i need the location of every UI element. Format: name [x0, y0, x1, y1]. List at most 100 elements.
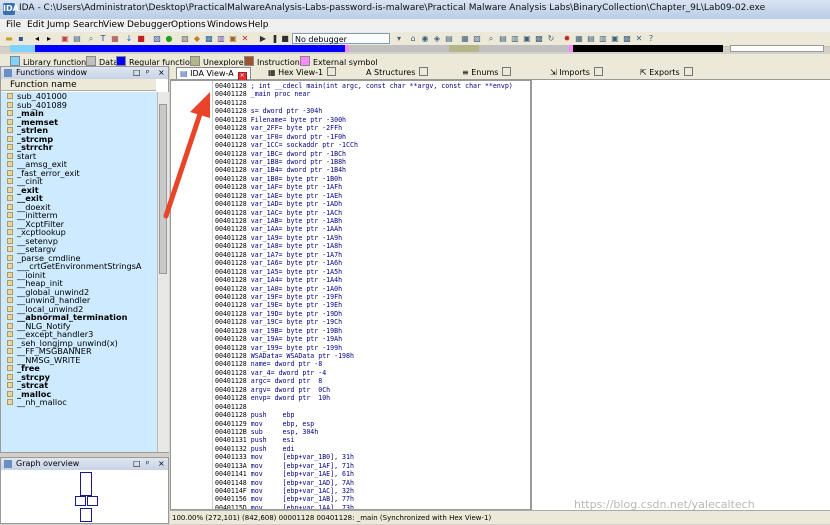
open-icon[interactable]: ▬ — [4, 34, 14, 44]
disasm-line[interactable]: 00401128 var_19A= byte ptr -19Ah — [215, 335, 530, 343]
tab-imports[interactable]: ⇲ Imports — [550, 67, 603, 78]
menu-debugger[interactable]: Debugger — [127, 20, 172, 30]
disasm-line[interactable]: 00401128 var_19B= byte ptr -19Bh — [215, 327, 530, 335]
disasm-line[interactable]: 00401128 var_19D= byte ptr -19Dh — [215, 310, 530, 318]
graph-overview-header[interactable]: Graph overview □ ᵖ × — [1, 458, 168, 470]
export-icon[interactable]: ▩ — [534, 34, 544, 44]
close-icon[interactable]: □ — [133, 458, 141, 470]
close-icon[interactable] — [593, 67, 603, 76]
debug-settings-icon[interactable]: ▾ — [394, 34, 404, 44]
help-icon[interactable]: ? — [646, 34, 656, 44]
back-icon[interactable]: ◂ — [32, 34, 42, 44]
disasm-line[interactable]: 00401128 var_1AE= byte ptr -1AEh — [215, 192, 530, 200]
code-icon[interactable]: ▨ — [180, 34, 190, 44]
stop-debug-icon[interactable]: ■ — [280, 34, 290, 44]
refresh-icon[interactable]: ↻ — [546, 34, 556, 44]
debugger-select[interactable]: No debugger — [292, 33, 390, 44]
ida-view-disassembly[interactable]: 00401128 ; int __cdecl main(int argc, co… — [170, 80, 531, 510]
disasm-line[interactable]: 00401128 var_19C= byte ptr -19Ch — [215, 318, 530, 326]
disasm-line[interactable]: 00401128 var_19E= byte ptr -19Eh — [215, 301, 530, 309]
disasm-line[interactable]: 00401128 var_1A7= byte ptr -1A7h — [215, 251, 530, 259]
disassembly-listing[interactable]: 00401128 ; int __cdecl main(int argc, co… — [215, 82, 530, 509]
segments-icon[interactable]: ▣ — [610, 34, 620, 44]
disasm-line[interactable]: 00401128 WSAData= WSAData ptr -198h — [215, 352, 530, 360]
disasm-line[interactable]: 00401128 ; int __cdecl main(int argc, co… — [215, 82, 530, 90]
disasm-line[interactable]: 00401128 var_1F0= dword ptr -1F0h — [215, 133, 530, 141]
disasm-line[interactable]: 00401133 mov [ebp+var_1B0], 31h — [215, 453, 530, 461]
disasm-line[interactable]: 00401128 envp= dword ptr 10h — [215, 394, 530, 402]
signatures-icon[interactable]: ▩ — [622, 34, 632, 44]
graph-view-icon[interactable]: ▦ — [460, 34, 470, 44]
paste-icon[interactable]: ▤ — [72, 34, 82, 44]
tab-exports[interactable]: ⇱ Exports — [640, 67, 693, 78]
menu-view[interactable]: View — [103, 20, 124, 30]
hex-icon[interactable]: ▦ — [110, 34, 120, 44]
disasm-line[interactable]: 00401128 argc= dword ptr 8 — [215, 377, 530, 385]
tab-hex-view-1[interactable]: ▦ Hex View-1 — [268, 67, 337, 78]
navigation-band-scroll[interactable] — [730, 45, 824, 52]
save-icon[interactable]: ▪ — [16, 34, 26, 44]
disasm-line[interactable]: 00401128 var_1AC= byte ptr -1ACh — [215, 209, 530, 217]
string-icon[interactable]: ▩ — [204, 34, 214, 44]
menu-options[interactable]: Options — [171, 20, 206, 30]
close-icon[interactable]: □ — [133, 67, 141, 79]
struct-icon[interactable]: ▥ — [216, 34, 226, 44]
menu-file[interactable]: File — [6, 20, 21, 30]
print-icon[interactable]: ▣ — [522, 34, 532, 44]
text-search-icon[interactable]: T — [98, 34, 108, 44]
disasm-line[interactable]: 00401132 push edi — [215, 445, 530, 453]
tab-ida-view-a[interactable]: ▤ IDA View-A × — [176, 67, 251, 81]
copy-icon[interactable]: ▣ — [60, 34, 70, 44]
stop-icon[interactable]: ■ — [136, 34, 146, 44]
disasm-line[interactable]: 00401128 var_1AB= byte ptr -1ABh — [215, 217, 530, 225]
disasm-line[interactable]: 00401128 var_1B8= dword ptr -1B8h — [215, 158, 530, 166]
structs-icon[interactable]: ▦ — [574, 34, 584, 44]
function-list-item[interactable]: __nh_malloc — [1, 398, 157, 407]
breakpoint-icon[interactable]: ◉ — [420, 34, 430, 44]
function-list[interactable]: sub_401000 sub_401089 _main _memset _strlen _… — [1, 92, 157, 452]
names-icon[interactable]: ▥ — [598, 34, 608, 44]
pin-icon[interactable]: ᵖ — [146, 67, 149, 79]
attach-icon[interactable]: ⌂ — [408, 34, 418, 44]
undefine-icon[interactable]: ✕ — [240, 34, 250, 44]
disasm-line[interactable]: 00401128 var_1A0= byte ptr -1A0h — [215, 285, 530, 293]
disasm-line[interactable]: 00401128 s= dword ptr -304h — [215, 107, 530, 115]
disasm-line[interactable]: 00401128 var_1AA= byte ptr -1AAh — [215, 225, 530, 233]
disasm-line[interactable]: 00401128 _main proc near — [215, 90, 530, 98]
pin-icon[interactable]: ᵖ — [146, 458, 149, 470]
disasm-line[interactable]: 00401128 — [215, 403, 530, 411]
disasm-line[interactable]: 00401128 — [215, 99, 530, 107]
disasm-line[interactable]: 00401129 mov ebp, esp — [215, 420, 530, 428]
disasm-line[interactable]: 00401128 var_1AD= byte ptr -1ADh — [215, 200, 530, 208]
flow-chart-icon[interactable]: ▧ — [472, 34, 482, 44]
tab-enums[interactable]: ≡ Enums — [462, 67, 512, 78]
search-icon[interactable]: ⌕ — [86, 34, 96, 44]
functions-window-header[interactable]: Functions window □ ᵖ × — [1, 67, 168, 79]
disasm-line[interactable]: 00401128 var_1A5= byte ptr -1A5h — [215, 268, 530, 276]
list-icon[interactable]: ▤ — [498, 34, 508, 44]
disasm-line[interactable]: 0040112B sub esp, 304h — [215, 428, 530, 436]
disasm-line[interactable]: 00401128 var_1BC= dword ptr -1BCh — [215, 150, 530, 158]
disasm-line[interactable]: 00401128 push ebp — [215, 411, 530, 419]
close-icon[interactable] — [419, 67, 429, 76]
menu-help[interactable]: Help — [248, 20, 269, 30]
navigation-band[interactable] — [10, 45, 723, 52]
circle-icon[interactable]: ● — [164, 34, 174, 44]
table-icon[interactable]: ▥ — [510, 34, 520, 44]
disasm-line[interactable]: 00401156 mov [ebp+var_1AB], 77h — [215, 495, 530, 503]
bug-icon[interactable]: ✸ — [562, 34, 572, 44]
secondary-view-pane[interactable] — [531, 80, 830, 510]
disasm-line[interactable]: 00401128 var_1B0= byte ptr -1B0h — [215, 175, 530, 183]
disasm-line[interactable]: 00401128 var_199= byte ptr -199h — [215, 344, 530, 352]
menu-windows[interactable]: Windows — [207, 20, 247, 30]
disasm-line[interactable]: 00401128 var_1A4= byte ptr -1A4h — [215, 276, 530, 284]
disasm-line[interactable]: 00401128 argv= dword ptr 0Ch — [215, 386, 530, 394]
menu-search[interactable]: Search — [73, 20, 104, 30]
close-icon[interactable]: × — [158, 458, 165, 470]
graph-overview-canvas[interactable] — [75, 472, 98, 522]
disasm-line[interactable]: 00401128 var_1B4= dword ptr -1B4h — [215, 166, 530, 174]
disasm-line[interactable]: 0040114F mov [ebp+var_1AC], 32h — [215, 487, 530, 495]
xrefs-icon[interactable]: ✕ — [634, 34, 644, 44]
disasm-line[interactable]: 00401128 var_4= dword ptr -4 — [215, 369, 530, 377]
disasm-line[interactable]: 00401128 name= dword ptr -8 — [215, 360, 530, 368]
